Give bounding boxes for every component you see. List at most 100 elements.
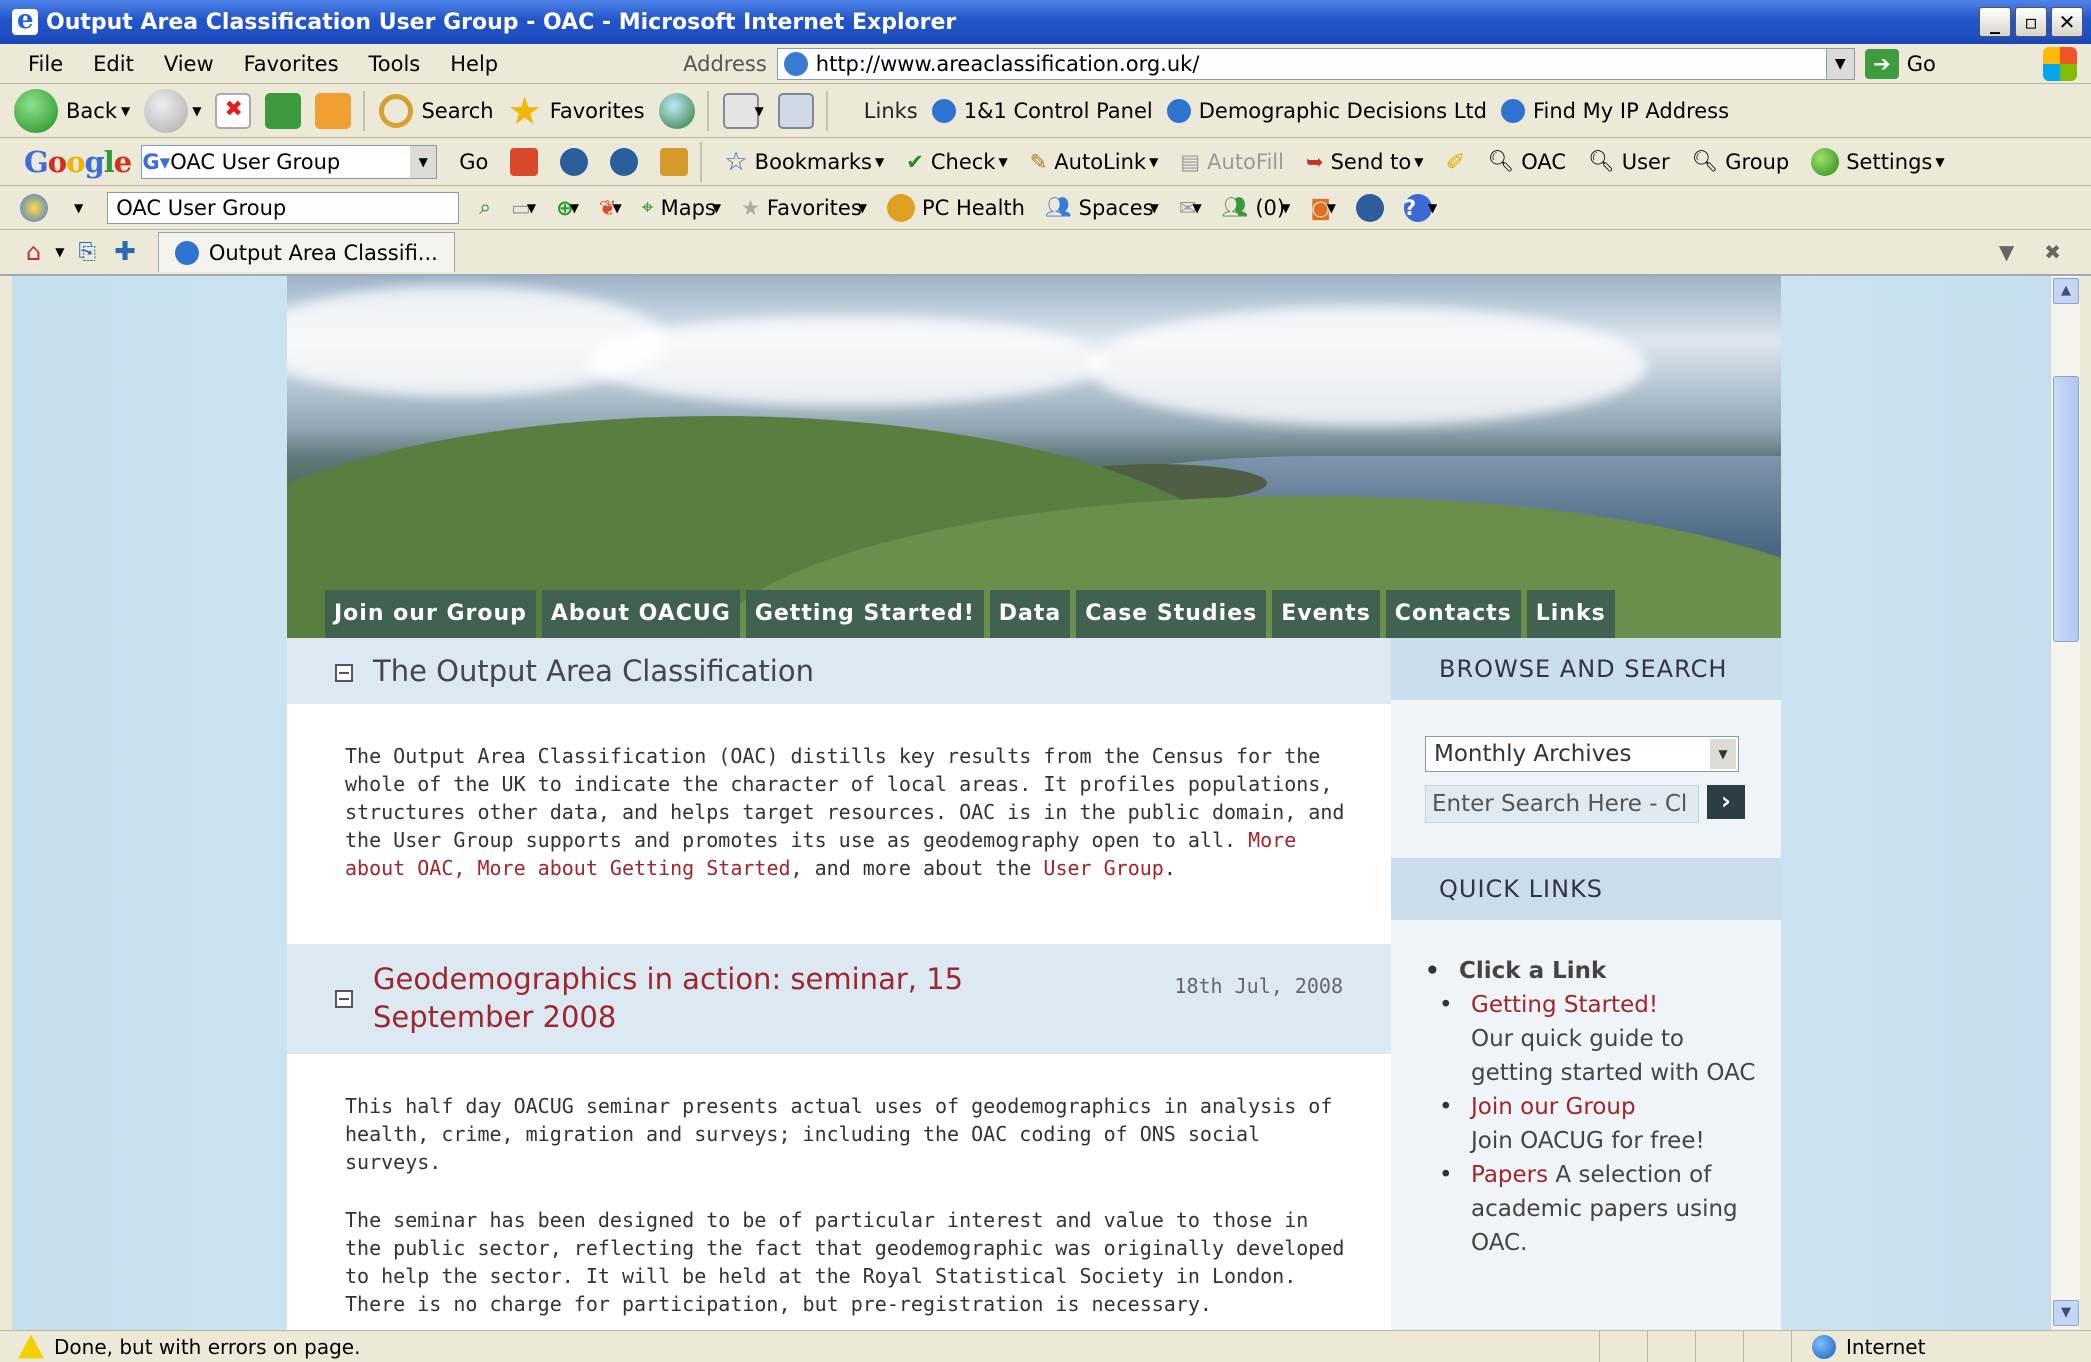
chevron-down-icon[interactable]: ▼ bbox=[121, 104, 130, 118]
monthly-archives-select[interactable]: Monthly Archives ▼ bbox=[1425, 736, 1739, 772]
mail-icon[interactable] bbox=[722, 92, 759, 129]
google-go-button[interactable]: Go bbox=[459, 150, 488, 174]
favorites-center-icon[interactable]: ⌂ bbox=[26, 238, 41, 266]
stop-icon[interactable] bbox=[215, 92, 252, 129]
chevron-down-icon[interactable]: ▼ bbox=[1710, 739, 1736, 769]
chevron-down-icon[interactable]: ▼ bbox=[192, 104, 201, 118]
chevron-down-icon[interactable]: ▼ bbox=[712, 201, 721, 215]
nav-events[interactable]: Events bbox=[1272, 590, 1380, 638]
autolink-button[interactable]: ✎ AutoLink ▼ bbox=[1030, 150, 1159, 174]
post-title-link[interactable]: Geodemographics in action: seminar, 15 S… bbox=[373, 960, 1131, 1036]
nav-getting-started[interactable]: Getting Started! bbox=[745, 590, 984, 638]
close-button[interactable]: ✕ bbox=[2051, 7, 2083, 37]
quick-link-papers[interactable]: Papers bbox=[1471, 1162, 1548, 1188]
nav-links[interactable]: Links bbox=[1526, 590, 1615, 638]
nav-join[interactable]: Join our Group bbox=[325, 590, 536, 638]
chevron-down-icon[interactable]: ▼ bbox=[1999, 240, 2014, 264]
highlighter-icon[interactable]: ✐ bbox=[1445, 148, 1465, 176]
scroll-up-icon[interactable]: ▲ bbox=[2053, 278, 2079, 304]
home-icon[interactable] bbox=[315, 92, 352, 129]
plus-icon[interactable]: ✚ bbox=[114, 237, 136, 267]
menu-file[interactable]: File bbox=[0, 52, 78, 76]
maps-button[interactable]: ⌖ Maps bbox=[642, 195, 716, 220]
site-search-input[interactable] bbox=[1425, 785, 1699, 823]
menu-tools[interactable]: Tools bbox=[354, 52, 436, 76]
google-g-icon[interactable]: G▾ bbox=[142, 150, 170, 174]
search-submit-button[interactable]: › bbox=[1707, 785, 1745, 819]
address-dropdown-icon[interactable]: ▼ bbox=[1825, 48, 1854, 79]
search-term-group[interactable]: 🔍︎ Group bbox=[1692, 149, 1790, 174]
tab-output-area-classification[interactable]: Output Area Classifi... bbox=[157, 232, 455, 272]
address-url[interactable]: http://www.areaclassification.org.uk/ bbox=[816, 52, 1826, 76]
nav-contacts[interactable]: Contacts bbox=[1385, 590, 1521, 638]
search-term-oac[interactable]: 🔍︎ OAC bbox=[1488, 149, 1567, 174]
messenger-contacts-button[interactable]: 👥︎ (0) bbox=[1222, 195, 1285, 220]
quick-link-getting-started[interactable]: Getting Started! bbox=[1471, 992, 1658, 1018]
address-go-button[interactable]: ➔ Go bbox=[1864, 48, 1936, 79]
link-demographic-decisions[interactable]: Demographic Decisions Ltd bbox=[1166, 98, 1487, 123]
pagerank-icon[interactable] bbox=[510, 147, 539, 176]
search-term-user[interactable]: 🔍︎ User bbox=[1588, 149, 1670, 174]
close-icon[interactable]: ✖ bbox=[2044, 240, 2061, 264]
spaces-button[interactable]: 👥︎ Spaces bbox=[1045, 195, 1154, 220]
back-button[interactable]: Back ▼ bbox=[14, 88, 130, 133]
search-icon[interactable]: ⌕ bbox=[479, 195, 491, 220]
google-search-input[interactable]: OAC User Group bbox=[170, 150, 410, 174]
chevron-down-icon[interactable]: ▼ bbox=[1281, 201, 1290, 215]
print-icon[interactable] bbox=[777, 92, 814, 129]
popup-blocker-icon[interactable] bbox=[660, 147, 689, 176]
nav-data[interactable]: Data bbox=[989, 590, 1071, 638]
vertical-scrollbar[interactable]: ▲ ▼ bbox=[2050, 276, 2080, 1330]
menu-edit[interactable]: Edit bbox=[78, 52, 149, 76]
bookmarks-button[interactable]: ☆ Bookmarks ▼ bbox=[724, 147, 884, 177]
history-icon[interactable] bbox=[658, 92, 695, 129]
chevron-down-icon[interactable]: ▼ bbox=[74, 201, 83, 215]
chevron-down-icon[interactable]: ▼ bbox=[55, 245, 64, 259]
msn-favorites-button[interactable]: ★ Favorites bbox=[741, 196, 862, 220]
scroll-thumb[interactable] bbox=[2053, 376, 2079, 642]
chevron-down-icon[interactable]: ▼ bbox=[527, 201, 536, 215]
chevron-down-icon[interactable]: ▼ bbox=[613, 201, 622, 215]
chevron-down-icon[interactable]: ▼ bbox=[755, 104, 764, 118]
restore-button[interactable]: ▫ bbox=[2015, 7, 2047, 37]
google-search-box[interactable]: G▾ OAC User Group ▼ bbox=[141, 144, 438, 179]
user-group-link[interactable]: User Group bbox=[1043, 856, 1163, 880]
chevron-down-icon[interactable]: ▼ bbox=[570, 201, 579, 215]
favorites-button[interactable]: ★ Favorites bbox=[508, 92, 645, 130]
menu-help[interactable]: Help bbox=[435, 52, 513, 76]
spellcheck-button[interactable]: ✔ Check ▼ bbox=[906, 150, 1007, 174]
nav-case-studies[interactable]: Case Studies bbox=[1076, 590, 1267, 638]
collapse-icon[interactable] bbox=[335, 990, 353, 1008]
nav-about[interactable]: About OACUG bbox=[541, 590, 740, 638]
google-logo[interactable]: Google bbox=[24, 145, 132, 179]
menu-view[interactable]: View bbox=[149, 52, 229, 76]
link-find-my-ip[interactable]: Find My IP Address bbox=[1500, 98, 1729, 123]
more-about-getting-started-link[interactable]: More about Getting Started bbox=[477, 856, 790, 880]
menu-favorites[interactable]: Favorites bbox=[229, 52, 354, 76]
collapse-icon[interactable] bbox=[335, 664, 353, 682]
chevron-down-icon[interactable]: ▼ bbox=[858, 201, 867, 215]
warning-icon[interactable] bbox=[18, 1334, 44, 1359]
news-icon[interactable] bbox=[560, 147, 589, 176]
add-favorite-icon[interactable]: ⎘ bbox=[78, 240, 96, 265]
refresh-icon[interactable] bbox=[265, 92, 302, 129]
scroll-down-icon[interactable]: ▼ bbox=[2053, 1300, 2079, 1326]
chevron-down-icon[interactable]: ▼ bbox=[1150, 201, 1159, 215]
quick-link-join[interactable]: Join our Group bbox=[1471, 1094, 1636, 1120]
msn-search-input[interactable]: OAC User Group bbox=[107, 191, 460, 224]
address-bar[interactable]: http://www.areaclassification.org.uk/ ▼ bbox=[776, 47, 1855, 80]
autofill-button[interactable]: ▤ AutoFill bbox=[1180, 150, 1284, 174]
pc-health-button[interactable]: PC Health bbox=[887, 193, 1025, 222]
msn-butterfly-icon[interactable] bbox=[20, 193, 48, 222]
highlight-icon[interactable] bbox=[610, 147, 639, 176]
chevron-down-icon[interactable]: ▼ bbox=[1327, 201, 1336, 215]
chevron-down-icon[interactable]: ▼ bbox=[1428, 201, 1437, 215]
chevron-down-icon[interactable]: ▼ bbox=[410, 145, 437, 178]
msn-help-icon[interactable] bbox=[1355, 193, 1384, 222]
search-button[interactable]: Search bbox=[379, 93, 494, 128]
minimize-button[interactable]: _ bbox=[1979, 7, 2011, 37]
send-to-button[interactable]: ➥ Send to ▼ bbox=[1306, 150, 1424, 174]
link-control-panel[interactable]: 1&1 Control Panel bbox=[931, 98, 1153, 123]
chevron-down-icon[interactable]: ▼ bbox=[1192, 201, 1201, 215]
forward-button[interactable]: ▼ bbox=[144, 88, 201, 133]
